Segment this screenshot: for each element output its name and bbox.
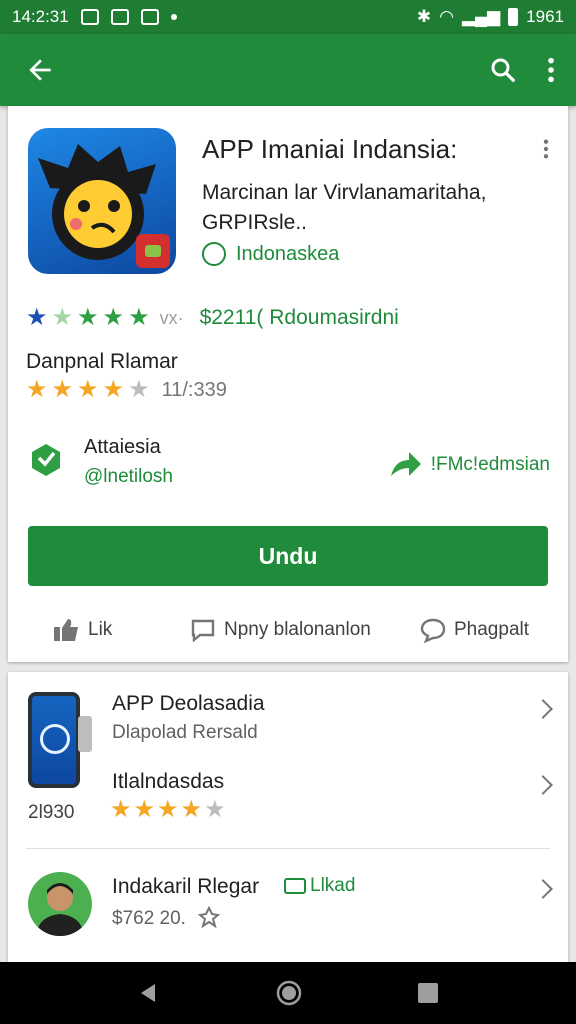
notification-icon bbox=[80, 9, 99, 25]
chat-bubble-icon bbox=[420, 618, 446, 643]
like-label: Lik bbox=[88, 619, 113, 640]
star-icon: ★ bbox=[26, 304, 48, 331]
star-icon: ★ bbox=[77, 376, 99, 403]
developer-handle[interactable]: @lnetilosh bbox=[84, 466, 173, 488]
rating-stars: ★ ★ ★ ★ ★ 11/:339 bbox=[26, 378, 227, 402]
developer-label: Attaiesia bbox=[84, 436, 161, 458]
share-action-label: Phagpalt bbox=[454, 619, 530, 640]
actions-row: Lik Npny blalonanlon Phagpalt bbox=[8, 612, 568, 648]
star-icon: ★ bbox=[110, 796, 132, 823]
device-icon bbox=[78, 716, 92, 752]
battery-icon bbox=[508, 8, 519, 26]
tag-badge: Llkad bbox=[284, 875, 355, 897]
chevron-right-icon[interactable] bbox=[533, 879, 553, 899]
star-icon: ★ bbox=[102, 304, 125, 331]
wifi-icon: ◠ bbox=[439, 7, 454, 26]
star-icon: ★ bbox=[157, 796, 179, 823]
signal-icon: ✱ bbox=[416, 7, 432, 26]
shopping-bag-icon bbox=[32, 444, 60, 476]
related-item-sub: 2l930 bbox=[28, 802, 75, 823]
star-icon: ★ bbox=[128, 304, 150, 331]
status-time: 14:2:31 bbox=[12, 7, 69, 26]
nav-back-icon[interactable] bbox=[137, 981, 161, 1005]
app-details-card: APP Imaniai Indansia: Marcinan lar Virvl… bbox=[8, 106, 568, 662]
dot-icon bbox=[170, 14, 177, 20]
system-nav-bar bbox=[0, 962, 576, 1024]
image-icon bbox=[140, 9, 159, 25]
share-label: !FMc!edmsian bbox=[430, 454, 550, 475]
avatar bbox=[28, 872, 92, 936]
check-circle-icon bbox=[202, 242, 226, 266]
app-icon bbox=[28, 128, 176, 274]
rating-row: ★ ★ ★ ★ ★ vx· $2211( Rdoumasirdni bbox=[26, 306, 399, 330]
cell-signal-icon: ▂▄▆ bbox=[461, 7, 501, 26]
chevron-right-icon[interactable] bbox=[533, 699, 553, 719]
more-vert-icon bbox=[543, 139, 549, 159]
star-icon: ★ bbox=[51, 376, 74, 403]
tag-label: Llkad bbox=[310, 875, 356, 896]
related-card: APP Deolasadia Dlapolad Rersald Itlalnda… bbox=[8, 672, 568, 962]
star-icon: ★ bbox=[128, 376, 150, 403]
comment-button[interactable]: Npny blalonanlon bbox=[190, 617, 371, 643]
price-label: $2211( Rdoumasirdni bbox=[199, 306, 399, 329]
badge-icon bbox=[198, 906, 220, 928]
star-icon: ★ bbox=[51, 304, 74, 331]
star-icon: ★ bbox=[26, 376, 48, 403]
verified-badge: Indonaskea bbox=[202, 242, 339, 266]
comment-label: Npny blalonanlon bbox=[224, 619, 371, 640]
more-vert-icon[interactable] bbox=[546, 56, 556, 84]
app-bar bbox=[0, 34, 576, 106]
rating-label: Danpnal Rlamar bbox=[26, 350, 178, 373]
related-item-title[interactable]: APP Deolasadia bbox=[112, 692, 265, 716]
related-item-price: $762 20. bbox=[112, 908, 186, 929]
status-bar: 14:2:31 ✱ ◠ ▂▄▆ 1961 bbox=[0, 0, 576, 34]
comment-icon bbox=[191, 619, 215, 643]
share-button[interactable]: Phagpalt bbox=[420, 617, 529, 643]
related-item-stars: ★ ★ ★ ★ ★ bbox=[110, 798, 226, 822]
star-icon: ★ bbox=[77, 304, 99, 331]
arrow-back-icon bbox=[29, 59, 51, 81]
rating-separator: vx· bbox=[159, 307, 184, 328]
battery-level: 1961 bbox=[526, 7, 564, 26]
overflow-menu-button[interactable] bbox=[542, 138, 550, 165]
notification-icon bbox=[110, 9, 129, 25]
star-icon: ★ bbox=[102, 376, 125, 403]
nav-home-icon[interactable] bbox=[275, 979, 303, 1007]
back-button[interactable] bbox=[20, 50, 60, 90]
badge-icon bbox=[136, 234, 170, 268]
search-icon[interactable] bbox=[488, 55, 518, 85]
dial-icon bbox=[40, 724, 70, 754]
tag-icon bbox=[284, 878, 306, 894]
share-link[interactable]: !FMc!edmsian bbox=[389, 450, 550, 480]
rating-count: 11/:339 bbox=[161, 378, 227, 401]
related-item-sub: Dlapolad Rersald bbox=[112, 722, 258, 743]
share-arrow-icon bbox=[390, 452, 421, 476]
divider bbox=[26, 848, 550, 849]
app-title: APP Imaniai Indansia: bbox=[202, 134, 458, 164]
developer-name[interactable]: Marcinan lar Virvlanamaritaha, GRPIRsle.… bbox=[202, 178, 522, 238]
star-icon: ★ bbox=[133, 796, 156, 823]
chevron-right-icon[interactable] bbox=[533, 775, 553, 795]
install-button[interactable]: Undu bbox=[28, 526, 548, 586]
related-item-title[interactable]: Indakaril Rlegar bbox=[112, 875, 259, 899]
related-item-title[interactable]: Itlalndasdas bbox=[112, 770, 224, 794]
star-icon: ★ bbox=[180, 796, 203, 823]
person-icon bbox=[36, 883, 84, 936]
phone-app-icon bbox=[28, 692, 92, 788]
verified-label: Indonaskea bbox=[236, 242, 340, 265]
like-button[interactable]: Lik bbox=[52, 617, 112, 643]
star-icon: ★ bbox=[204, 796, 226, 823]
developer-row[interactable]: Attaiesia @lnetilosh !FMc!edmsian bbox=[26, 432, 550, 492]
nav-recents-icon[interactable] bbox=[417, 982, 439, 1004]
thumb-up-icon bbox=[54, 619, 78, 641]
